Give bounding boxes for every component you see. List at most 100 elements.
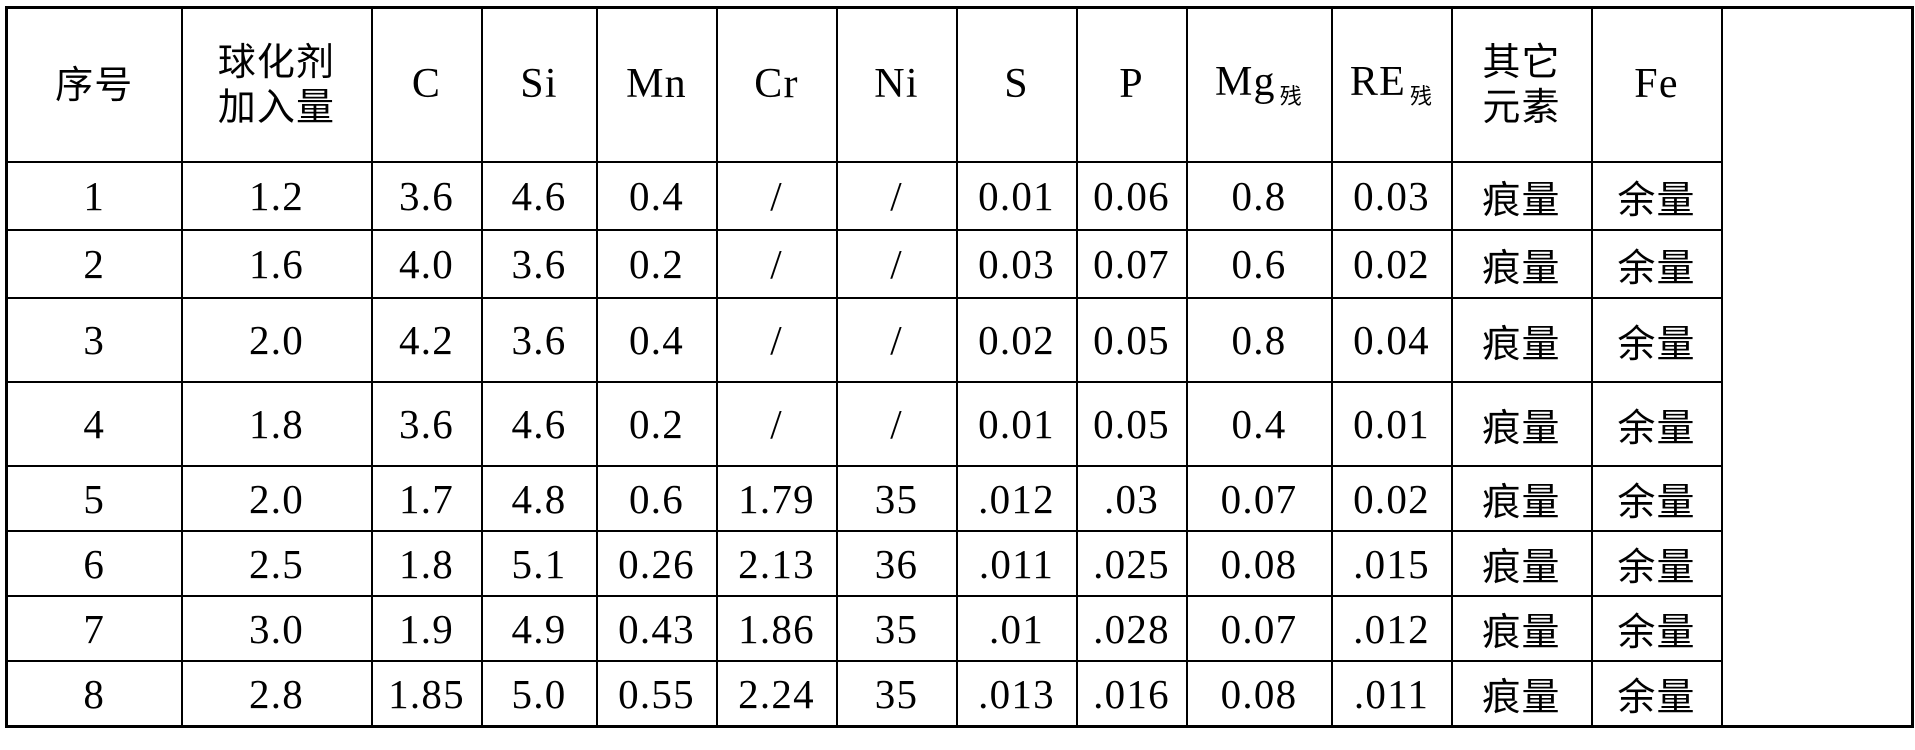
table-cell-s: 0.01: [955, 161, 1078, 231]
table-header: 序号 球化剂 加入量 C Si Mn Cr Ni S P Mg 残 RE 残其它 元素 Fe: [5, 6, 1913, 163]
table-cell-s: .011: [955, 530, 1078, 597]
table-cell-si: 3.6: [480, 297, 598, 383]
table-cell-s: 0.01: [955, 381, 1078, 467]
table-row: 7 3.0 1.9 4.9 0.43 1.86 35.01.028 0.07.012 痕量 余量: [5, 595, 1913, 662]
table-cell-mn: 0.26: [595, 530, 718, 597]
column-header-si: Si: [480, 6, 598, 163]
table-cell-ni: 35: [835, 465, 958, 532]
table-cell-re: 0.01: [1330, 381, 1453, 467]
table-cell-re: .012: [1330, 595, 1453, 662]
table-cell-fe: 余量: [1590, 161, 1723, 231]
table-cell-dose: 2.8: [180, 660, 373, 728]
table-header-row: 序号 球化剂 加入量 C Si Mn Cr Ni S P Mg 残 RE 残其它 元素 Fe: [5, 6, 1913, 163]
table-cell-ni: /: [835, 297, 958, 383]
column-header-p: P: [1075, 6, 1188, 163]
table-cell-s: .01: [955, 595, 1078, 662]
table-cell-dose: 2.0: [180, 297, 373, 383]
column-header-label-line: 加入量: [217, 85, 336, 129]
table-cell-si: 4.6: [480, 161, 598, 231]
table-row: 6 2.5 1.8 5.1 0.26 2.13 36.011.025 0.08.015 痕量 余量: [5, 530, 1913, 597]
table-cell-other: 痕量: [1450, 595, 1593, 662]
table-body: 1 1.2 3.6 4.6 0.4//0.01 0.06 0.8 0.03 痕量 余量 2 1.6 4.…: [5, 161, 1913, 728]
column-header-c: C: [370, 6, 483, 163]
table-cell-c: 4.0: [370, 229, 483, 299]
table-cell-re: 0.02: [1330, 229, 1453, 299]
table-cell-s: 0.02: [955, 297, 1078, 383]
table-cell-c: 3.6: [370, 161, 483, 231]
table-cell-cr: /: [715, 161, 838, 231]
table-cell-mn: 0.55: [595, 660, 718, 728]
table-cell-si: 5.1: [480, 530, 598, 597]
table-cell-s: .013: [955, 660, 1078, 728]
table-cell-ni: /: [835, 161, 958, 231]
table-cell-ni: 35: [835, 595, 958, 662]
table-cell-c: 1.9: [370, 595, 483, 662]
table-cell-cr: /: [715, 381, 838, 467]
table-cell-si: 4.9: [480, 595, 598, 662]
column-header-label: Cr: [754, 61, 799, 108]
table-cell-cr: /: [715, 229, 838, 299]
table-cell-fe: 余量: [1590, 229, 1723, 299]
table-cell-re: 0.04: [1330, 297, 1453, 383]
column-header-label: Ni: [874, 61, 919, 108]
table-cell-mn: 0.43: [595, 595, 718, 662]
table-cell-p: .028: [1075, 595, 1188, 662]
table-cell-other: 痕量: [1450, 381, 1593, 467]
column-header-sequence: 序号: [5, 6, 183, 163]
table-cell-c: 1.8: [370, 530, 483, 597]
table-cell-c: 1.7: [370, 465, 483, 532]
table-cell-fe: 余量: [1590, 381, 1723, 467]
table-row: 3 2.0 4.2 3.6 0.4//0.02 0.05 0.8 0.04 痕量 余量: [5, 297, 1913, 383]
table-cell-re: 0.02: [1330, 465, 1453, 532]
column-header-ni: Ni: [835, 6, 958, 163]
table-cell-ni: /: [835, 229, 958, 299]
table-cell-cr: 2.13: [715, 530, 838, 597]
table-cell-mg: 0.07: [1185, 595, 1333, 662]
table-right-gutter: [1720, 230, 1913, 298]
table-cell-si: 4.8: [480, 465, 598, 532]
table-cell-re: .011: [1330, 660, 1453, 728]
table-cell-c: 1.85: [370, 660, 483, 728]
table-right-gutter: [1720, 661, 1913, 727]
table-cell-mg: 0.8: [1185, 297, 1333, 383]
table-cell-cr: 2.24: [715, 660, 838, 728]
table-cell-si: 5.0: [480, 660, 598, 728]
column-header-label-line: 元素: [1482, 85, 1561, 129]
table-cell-mn: 0.4: [595, 161, 718, 231]
table-cell-p: .03: [1075, 465, 1188, 532]
column-header-subscript: 残: [1279, 85, 1303, 111]
column-header-label: Mn: [626, 61, 687, 108]
table-cell-mg: 0.07: [1185, 465, 1333, 532]
table-cell-mg: 0.08: [1185, 530, 1333, 597]
table-right-gutter: [1720, 382, 1913, 466]
column-header-label: P: [1119, 61, 1144, 108]
table-cell-other: 痕量: [1450, 660, 1593, 728]
table-cell-seq: 1: [5, 161, 183, 231]
column-header-re-residual: RE 残: [1330, 6, 1453, 163]
table-cell-other: 痕量: [1450, 229, 1593, 299]
table-row: 4 1.8 3.6 4.6 0.2//0.01 0.05 0.4 0.01 痕量 余量: [5, 381, 1913, 467]
column-header-label-line: 球化剂: [217, 40, 336, 85]
table-cell-seq: 4: [5, 381, 183, 467]
column-header-label: C: [411, 61, 442, 108]
table-cell-seq: 2: [5, 229, 183, 299]
table-cell-dose: 1.8: [180, 381, 373, 467]
table-cell-dose: 2.0: [180, 465, 373, 532]
table-row: 5 2.0 1.7 4.8 0.6 1.79 35.012.03 0.07 0.02 痕量 余量: [5, 465, 1913, 532]
table-cell-seq: 5: [5, 465, 183, 532]
table-cell-s: .012: [955, 465, 1078, 532]
table-cell-seq: 8: [5, 660, 183, 728]
table-right-gutter: [1720, 162, 1913, 230]
table-cell-si: 3.6: [480, 229, 598, 299]
table-cell-p: 0.07: [1075, 229, 1188, 299]
table-row: 2 1.6 4.0 3.6 0.2//0.03 0.07 0.6 0.02 痕量 余量: [5, 229, 1913, 299]
column-header-label: Si: [520, 61, 558, 108]
table-cell-other: 痕量: [1450, 297, 1593, 383]
table-cell-seq: 7: [5, 595, 183, 662]
table-right-gutter: [1720, 298, 1913, 382]
table-cell-mn: 0.4: [595, 297, 718, 383]
table-cell-fe: 余量: [1590, 660, 1723, 728]
table-right-gutter: [1720, 596, 1913, 661]
table-cell-ni: 36: [835, 530, 958, 597]
column-header-label: S: [1004, 61, 1029, 108]
